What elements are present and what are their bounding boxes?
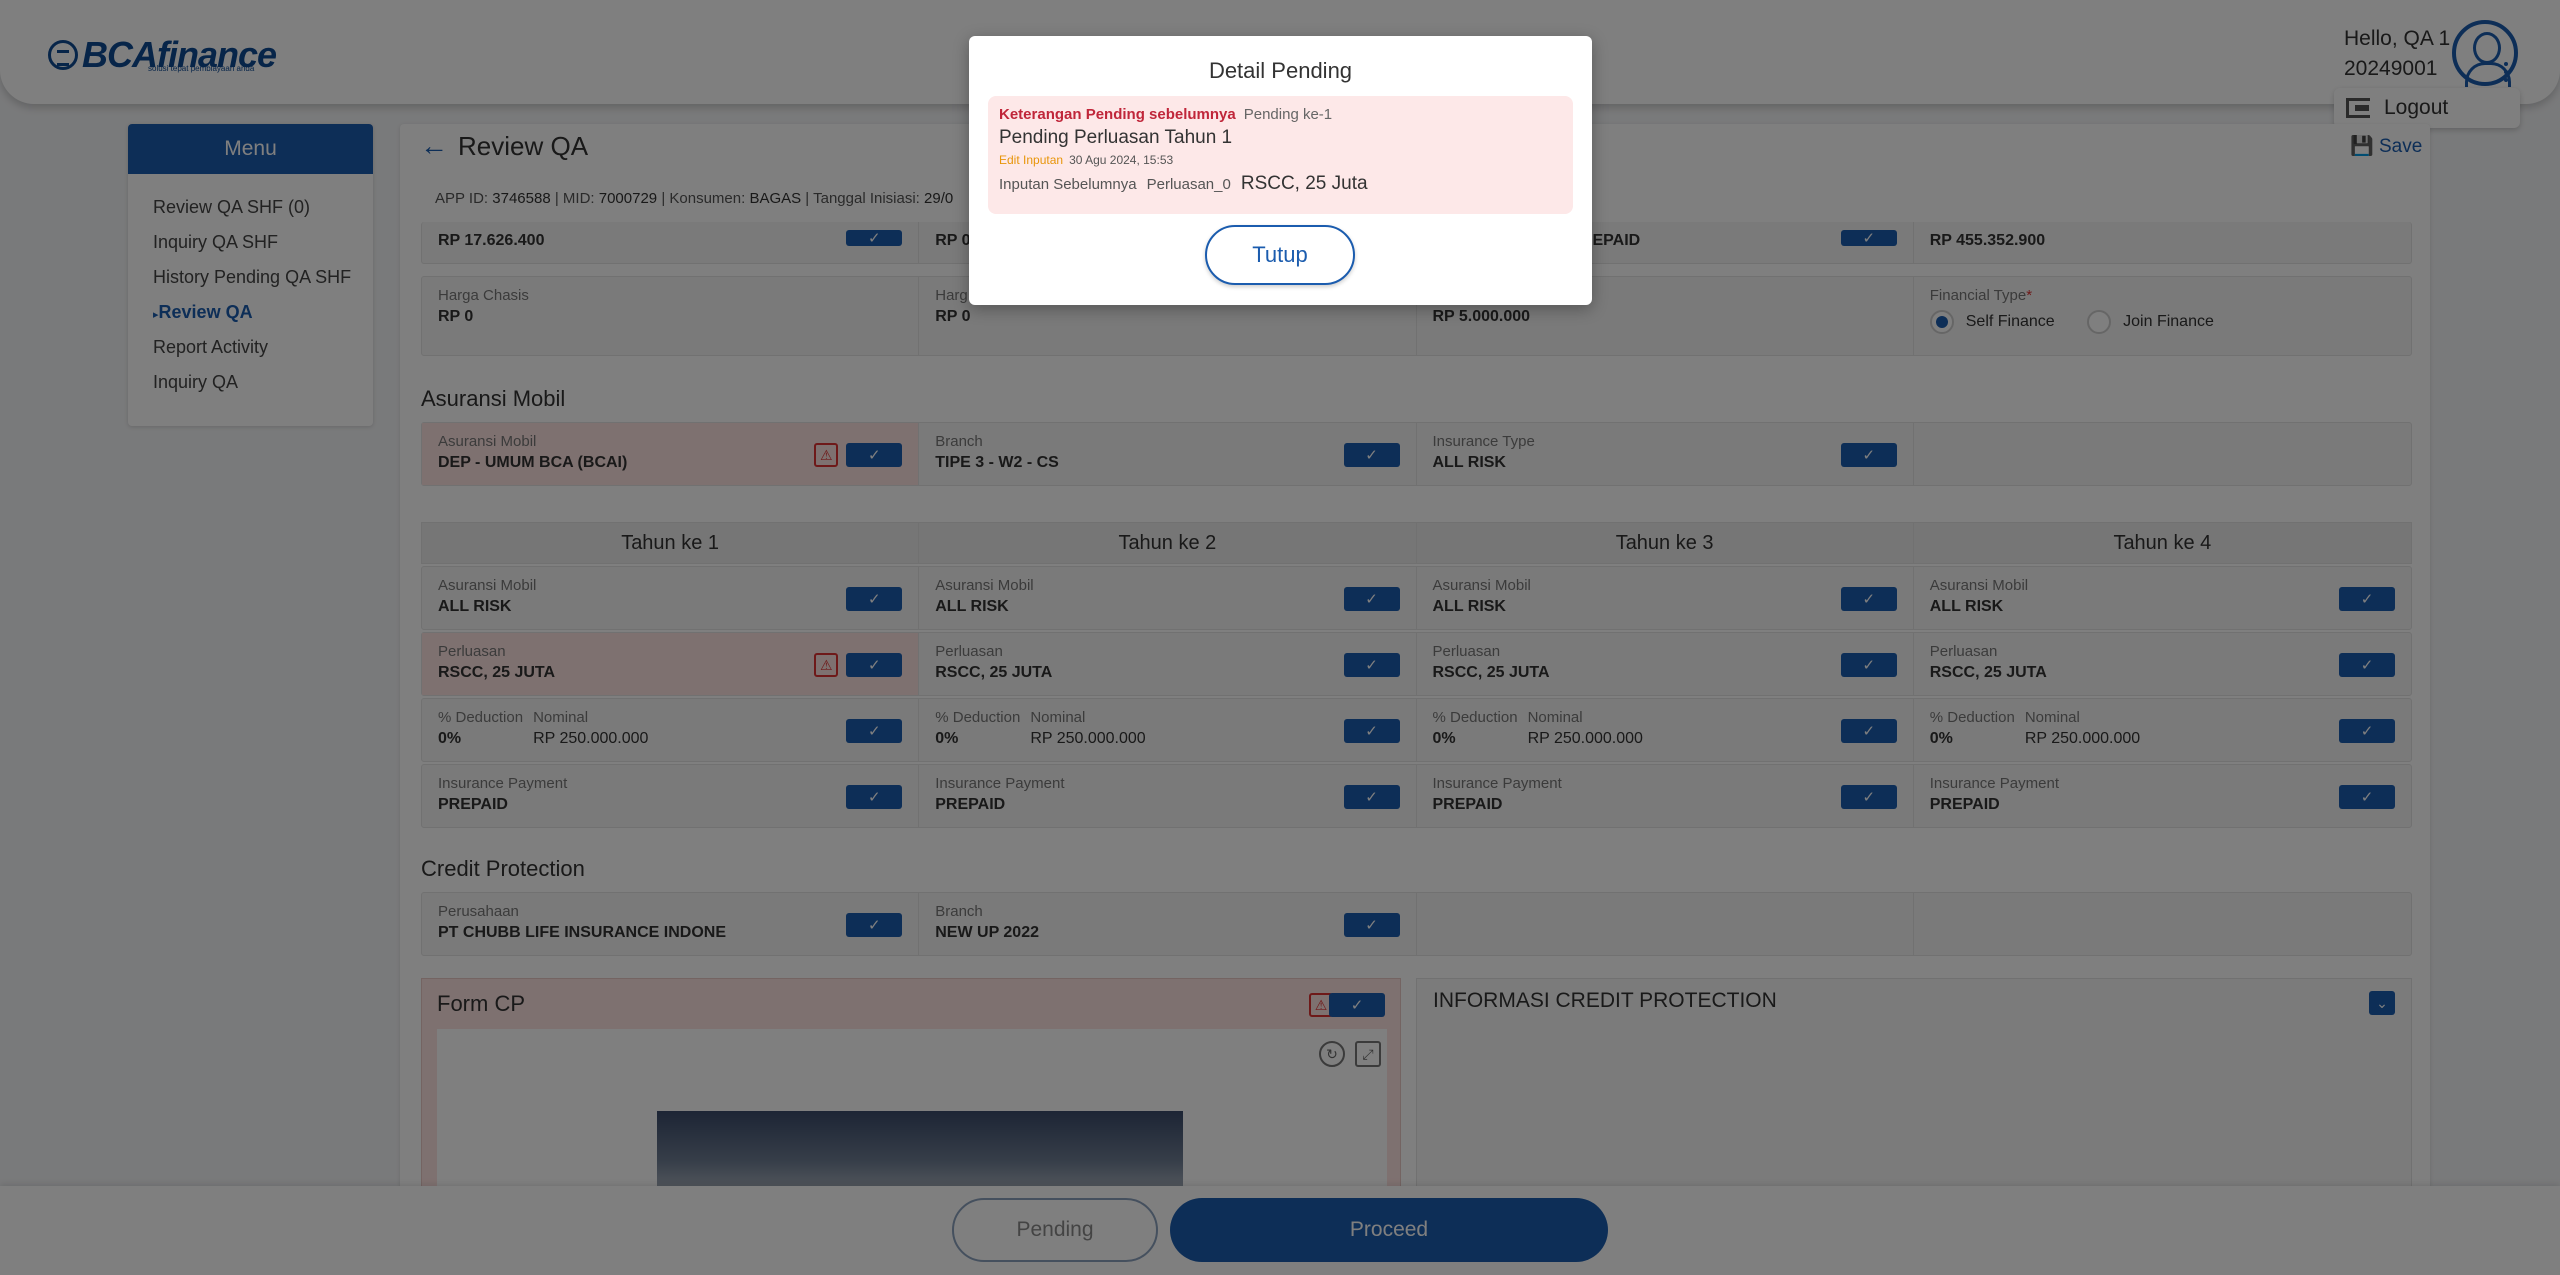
pending-detail-box: Keterangan Pending sebelumnya Pending ke-… — [988, 96, 1573, 214]
prev-input-field: Perluasan_0 — [1146, 176, 1231, 193]
pending-reason: Pending Perluasan Tahun 1 — [999, 127, 1233, 148]
edit-label: Edit Inputan — [999, 153, 1064, 167]
pending-count: Pending ke-1 — [1243, 106, 1333, 123]
close-button[interactable]: Tutup — [1205, 225, 1355, 285]
detail-pending-modal: Detail Pending Keterangan Pending sebelu… — [969, 36, 1592, 305]
prev-input-label: Inputan Sebelumnya — [999, 176, 1137, 193]
modal-title: Detail Pending — [1208, 58, 1353, 83]
pending-keterangan: Keterangan Pending sebelumnya — [999, 106, 1236, 123]
edit-timestamp: 30 Agu 2024, 15:53 — [1069, 153, 1174, 167]
prev-input-value: RSCC, 25 Juta — [1240, 173, 1368, 194]
